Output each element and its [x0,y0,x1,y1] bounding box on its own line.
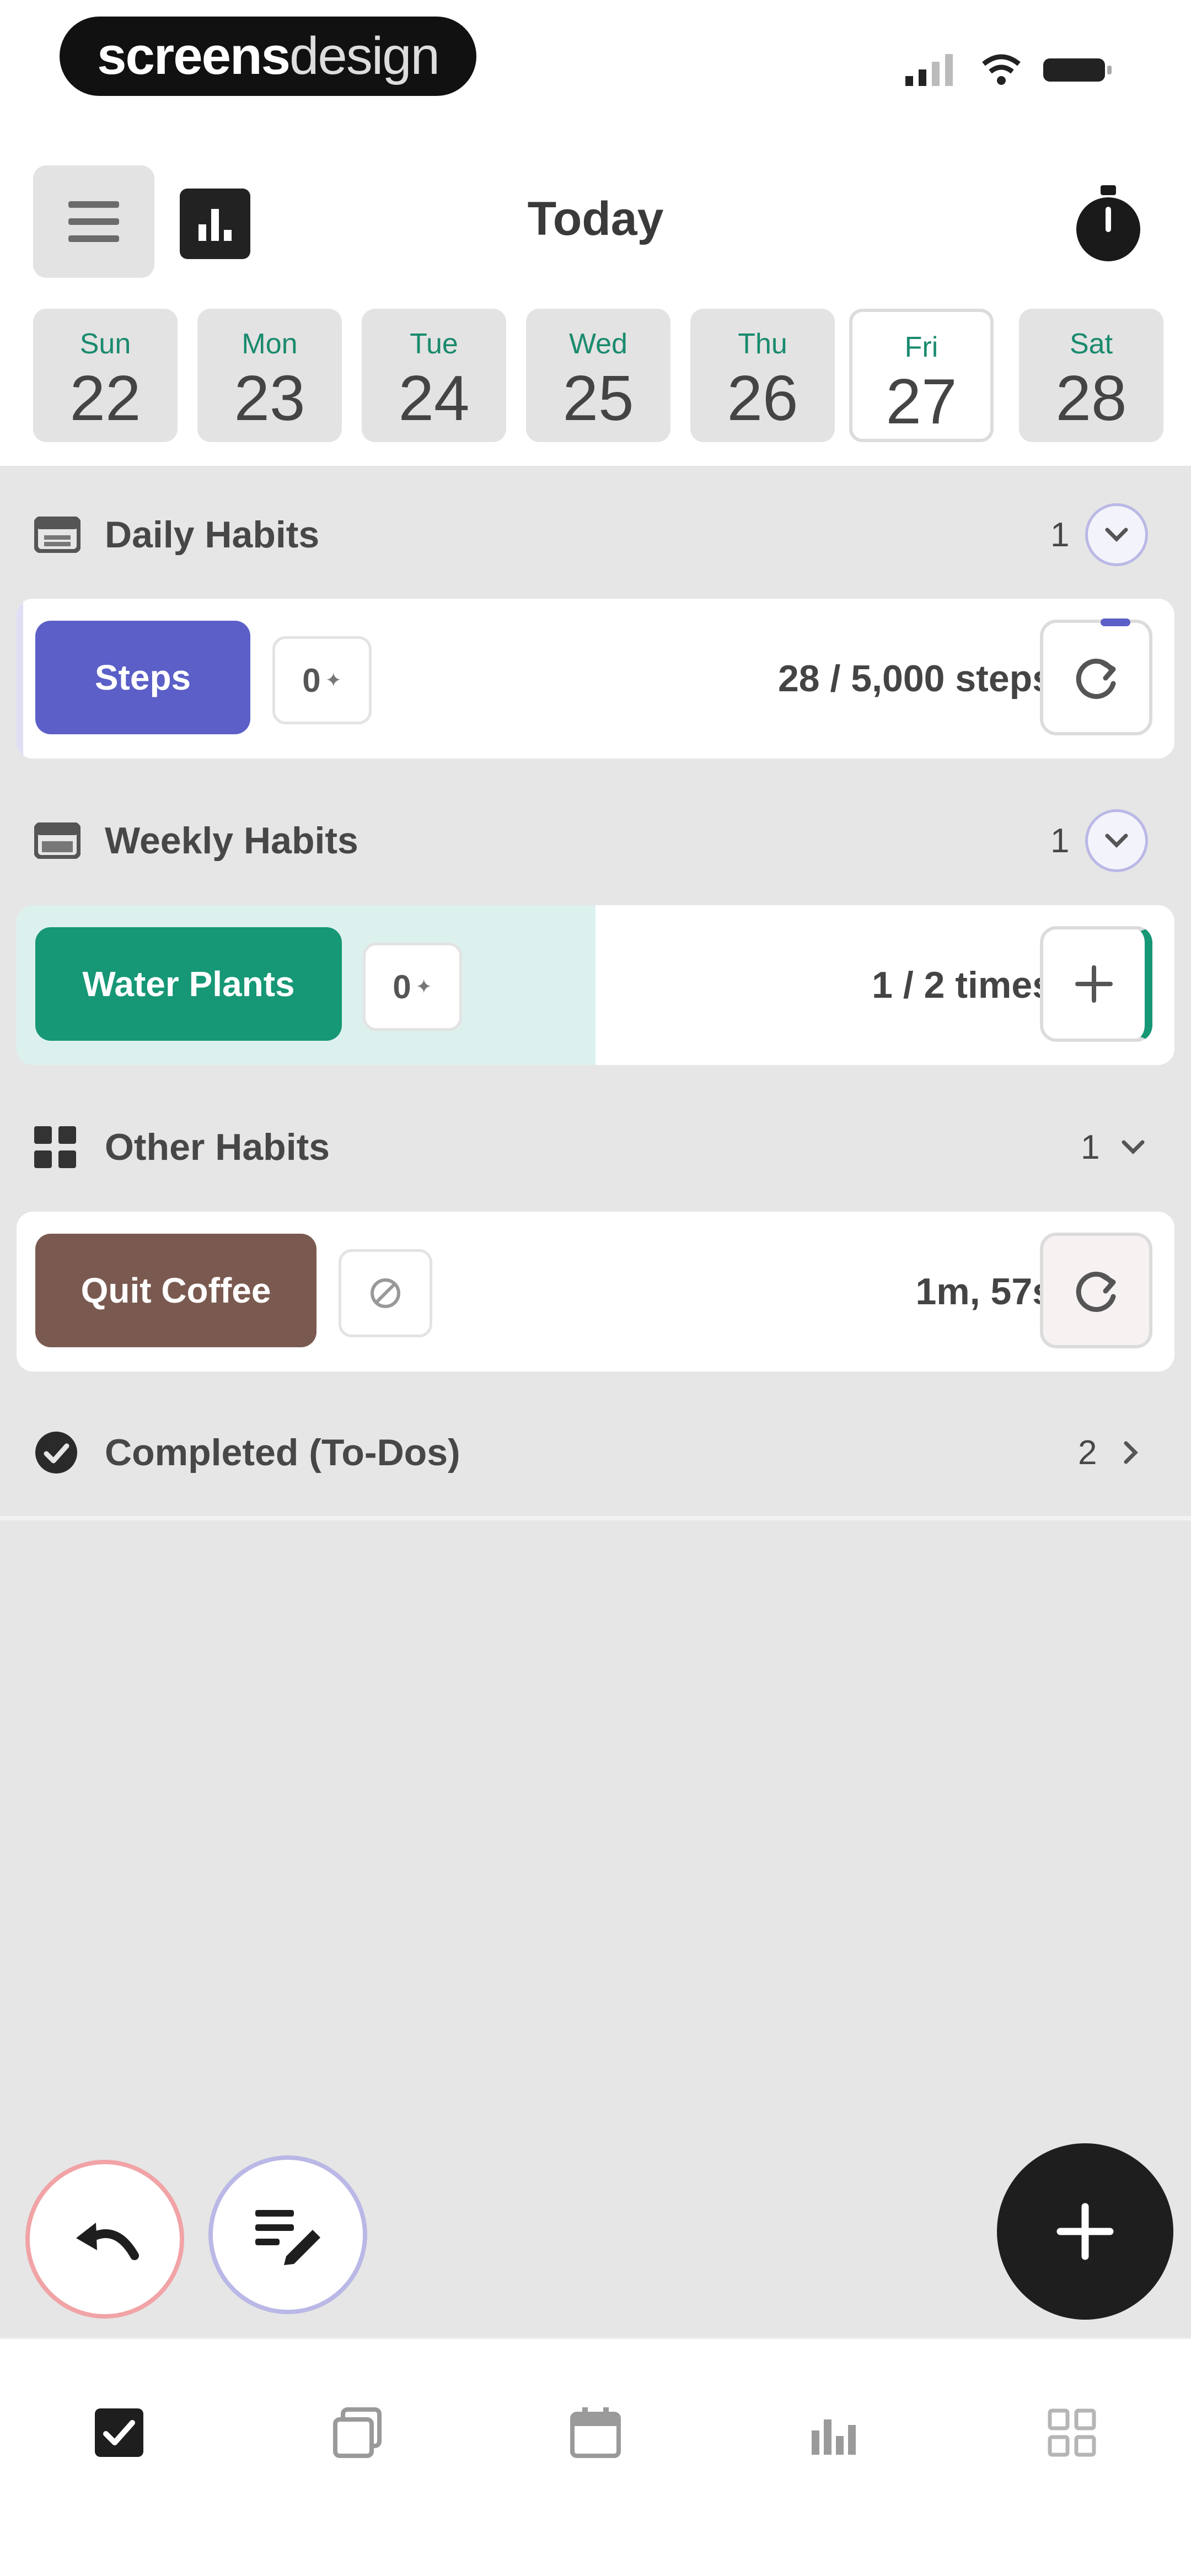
checkbox-icon [95,2408,143,2457]
nav-today[interactable] [86,2400,152,2466]
trophy-icon: ✦ [415,975,432,998]
day-date: 27 [886,365,957,437]
undo-button[interactable] [25,2160,184,2319]
habit-card-water-plants[interactable]: Water Plants 0 ✦ 1 / 2 times [17,905,1174,1065]
chevron-right-icon[interactable] [1123,1440,1139,1465]
check-circle-icon [35,1432,77,1473]
reset-button[interactable] [1040,620,1152,735]
nav-calendar[interactable] [562,2400,629,2466]
status-badge [339,1249,432,1337]
stack-icon [333,2407,382,2458]
habit-card-steps[interactable]: Steps 0 ✦ 28 / 5,000 steps [17,599,1174,759]
day-date: 26 [727,362,798,434]
day-sun[interactable]: Sun 22 [33,309,178,442]
progress-marker [1101,619,1130,626]
day-date: 24 [398,362,470,434]
wifi-icon [982,54,1021,85]
reset-button[interactable] [1040,1233,1152,1348]
ban-icon [371,1278,400,1308]
nav-habits[interactable] [324,2400,390,2466]
edit-notes-icon [255,2210,320,2265]
undo-icon [76,2223,139,2260]
day-name: Thu [738,328,787,360]
day-sat[interactable]: Sat 28 [1019,309,1163,442]
streak-badge: 0 ✦ [272,636,372,724]
section-header-weekly[interactable]: Weekly Habits 1 [0,777,1191,904]
day-name: Wed [569,328,627,360]
grid-icon [1048,2408,1096,2457]
section-header-daily[interactable]: Daily Habits 1 [0,471,1191,598]
chevron-down-icon [1105,833,1128,848]
nav-stats[interactable] [801,2400,867,2466]
chevron-down-icon[interactable] [1120,1139,1146,1155]
section-label: Other Habits [105,1126,330,1168]
day-date: 22 [69,362,141,434]
timer-button[interactable] [1074,185,1142,262]
day-fri-selected[interactable]: Fri 27 [849,309,994,442]
battery-icon [1043,58,1112,82]
brand-text-part2: design [289,26,440,85]
collapse-button[interactable] [1085,809,1148,872]
stats-icon [812,2419,856,2455]
section-count: 2 [1078,1433,1097,1472]
habit-name-pill[interactable]: Steps [35,621,250,734]
trophy-icon: ✦ [325,669,342,691]
day-tue[interactable]: Tue 24 [362,309,506,442]
day-name: Sun [79,328,131,360]
habit-name-pill[interactable]: Quit Coffee [35,1234,316,1347]
page-title: Today [527,192,664,245]
plus-icon [1075,965,1113,1003]
habit-name-pill[interactable]: Water Plants [35,927,342,1041]
day-mon[interactable]: Mon 23 [197,309,342,442]
brand-logo: screens design [60,17,476,96]
section-label: Weekly Habits [105,820,358,862]
refresh-icon [1076,1271,1116,1312]
progress-text: 1 / 2 times [872,964,1053,1006]
chevron-down-icon [1105,528,1128,542]
section-header-completed[interactable]: Completed (To-Dos) 2 [0,1389,1191,1516]
section-count: 1 [1081,1128,1100,1166]
nav-more[interactable] [1039,2400,1105,2466]
section-label: Daily Habits [105,514,320,556]
habit-card-quit-coffee[interactable]: Quit Coffee 1m, 57s [17,1212,1174,1372]
progress-fill [17,599,23,759]
day-name: Fri [904,331,938,363]
notes-button[interactable] [208,2155,367,2314]
status-icons [905,50,1114,89]
day-wed[interactable]: Wed 25 [526,309,670,442]
signal-icon [905,54,953,86]
increment-button[interactable] [1040,926,1152,1042]
day-name: Mon [242,328,298,360]
calendar-week-icon [34,822,81,859]
stopwatch-icon [1076,185,1140,261]
divider [0,1516,1191,1520]
day-thu[interactable]: Thu 26 [690,309,835,442]
progress-text: 28 / 5,000 steps [777,658,1053,700]
streak-count: 0 [393,968,411,1005]
streak-badge: 0 ✦ [363,943,462,1031]
day-date: 23 [234,362,305,434]
collapse-button[interactable] [1085,503,1148,566]
day-name: Tue [410,328,458,360]
day-date: 25 [562,362,634,434]
add-habit-button[interactable] [997,2143,1173,2320]
refresh-icon [1076,658,1116,699]
calendar-icon [570,2407,621,2458]
calendar-day-icon [34,517,81,553]
grid-icon [34,1126,76,1168]
section-count: 1 [1050,515,1070,554]
section-header-other[interactable]: Other Habits 1 [0,1084,1191,1211]
bottom-nav [0,2337,1191,2576]
streak-count: 0 [302,662,321,699]
day-name: Sat [1069,328,1113,360]
plus-icon [1056,2203,1114,2260]
section-count: 1 [1050,821,1070,860]
day-date: 28 [1055,362,1127,434]
elapsed-timer: 1m, 57s [915,1271,1053,1313]
brand-text-part1: screens [97,26,291,85]
section-label: Completed (To-Dos) [105,1432,460,1473]
